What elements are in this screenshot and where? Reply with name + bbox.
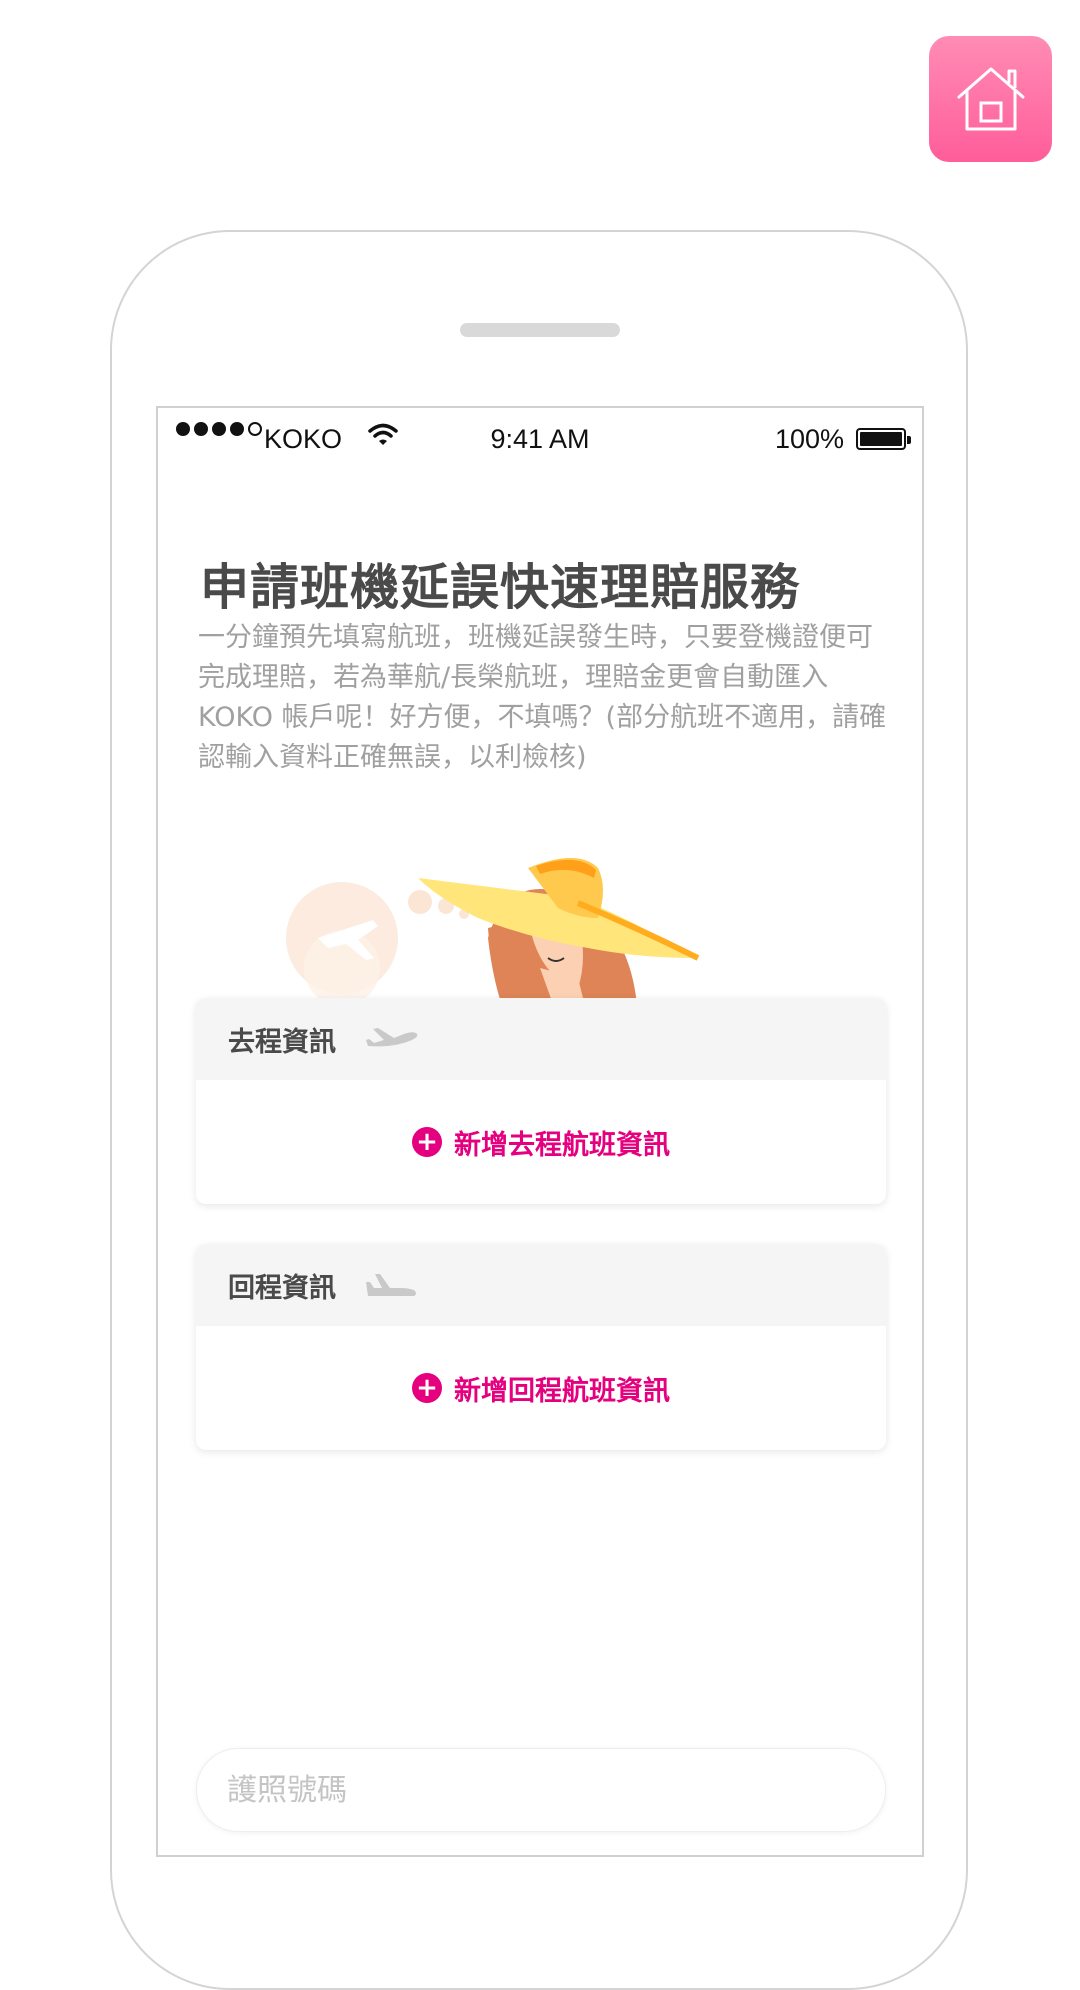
add-outbound-label: 新增去程航班資訊 <box>454 1129 670 1161</box>
battery-icon <box>856 428 911 450</box>
outbound-header: 去程資訊 <box>196 998 886 1080</box>
return-body: + 新增回程航班資訊 <box>196 1326 886 1450</box>
status-bar: KOKO 9:41 AM 100% <box>158 408 922 466</box>
return-header: 回程資訊 <box>196 1244 886 1326</box>
outbound-title: 去程資訊 <box>228 1026 336 1058</box>
passport-number-input[interactable] <box>196 1748 886 1832</box>
phone-speaker <box>460 323 620 337</box>
phone-screen: KOKO 9:41 AM 100% 申請班機延誤快速理賠服務 一分鐘預先填寫航班… <box>156 406 924 1857</box>
page-description: 一分鐘預先填寫航班，班機延誤發生時，只要登機證便可完成理賠，若為華航/長榮航班，… <box>198 622 887 773</box>
add-return-label: 新增回程航班資訊 <box>454 1375 670 1407</box>
add-outbound-flight-button[interactable]: + 新增去程航班資訊 <box>412 1123 670 1162</box>
plus-circle-icon: + <box>412 1127 442 1157</box>
return-title: 回程資訊 <box>228 1272 336 1304</box>
airplane-landing-icon <box>366 1274 416 1296</box>
outbound-card: 去程資訊 + 新增去程航班資訊 <box>196 998 886 1204</box>
home-icon <box>957 67 1024 131</box>
outbound-body: + 新增去程航班資訊 <box>196 1080 886 1204</box>
battery-percent: 100% <box>774 424 844 454</box>
return-card: 回程資訊 + 新增回程航班資訊 <box>196 1244 886 1450</box>
page-title: 申請班機延誤快速理賠服務 <box>200 559 801 616</box>
airplane-takeoff-icon <box>366 1028 418 1047</box>
home-button[interactable] <box>929 36 1052 162</box>
add-return-flight-button[interactable]: + 新增回程航班資訊 <box>412 1369 670 1408</box>
plus-circle-icon: + <box>412 1373 442 1403</box>
